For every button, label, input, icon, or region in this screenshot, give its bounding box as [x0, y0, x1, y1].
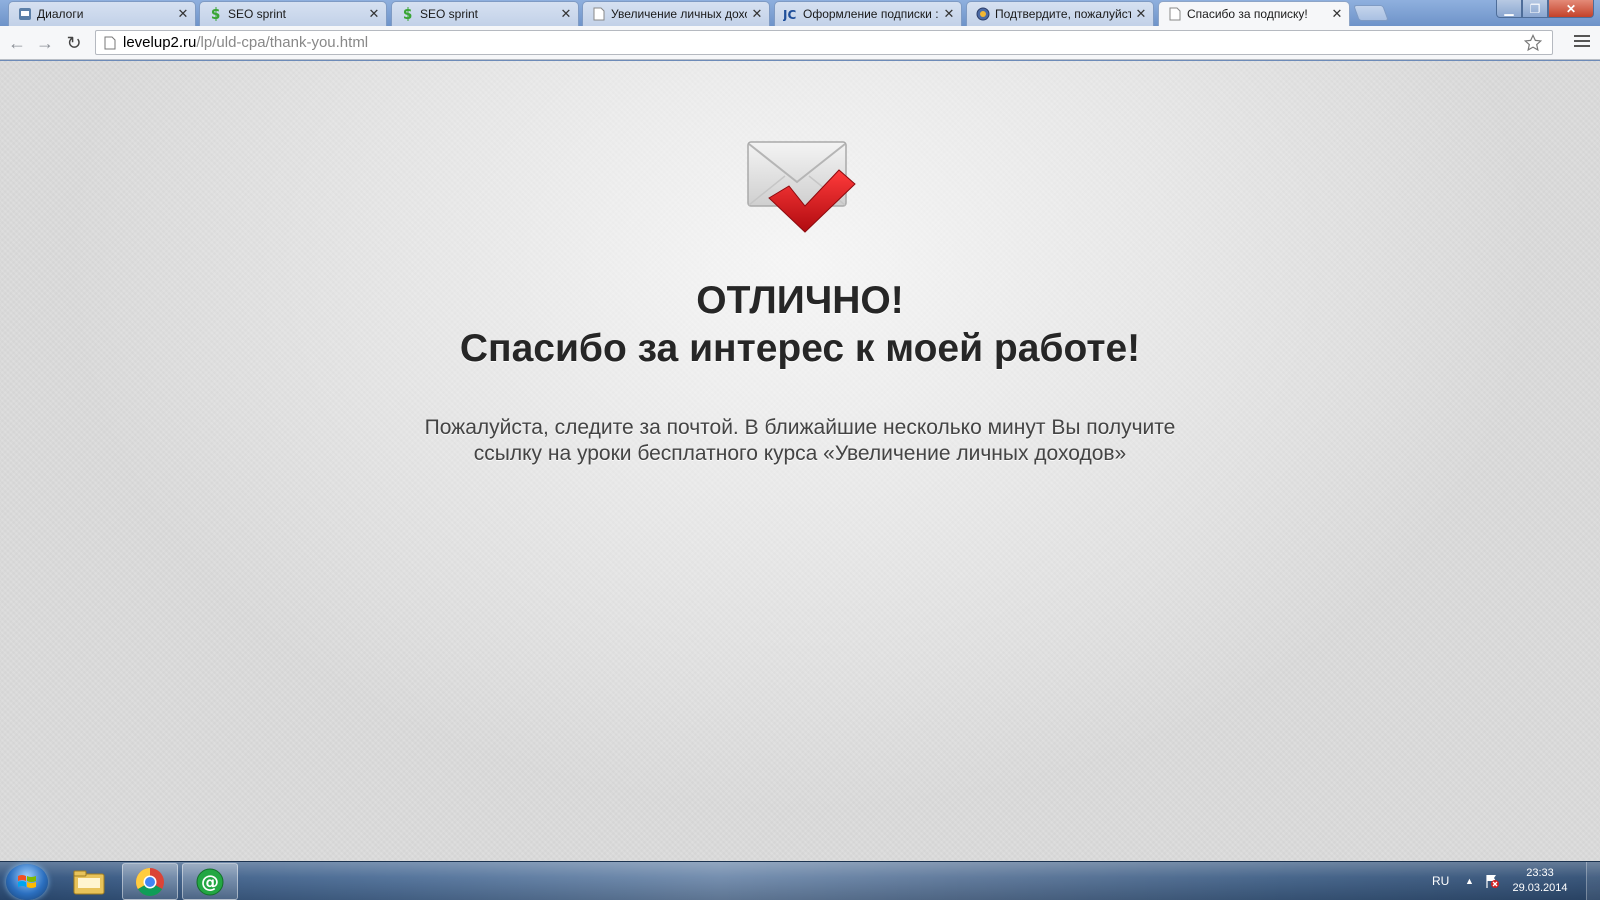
headline-excellent: ОТЛИЧНО!: [696, 279, 904, 322]
tab-subscription[interactable]: JC Оформление подписки : ✕: [774, 1, 962, 26]
tab-title: Диалоги: [37, 7, 84, 21]
tab-title: Спасибо за подписку!: [1187, 7, 1308, 21]
window-controls: ▁ ❐ ✕: [1496, 0, 1594, 18]
justclick-icon: JC: [783, 7, 798, 22]
tab-seo-sprint-1[interactable]: S SEO sprint ✕: [199, 1, 387, 26]
tab-close-icon[interactable]: ✕: [1135, 6, 1147, 22]
chrome-icon[interactable]: [122, 863, 178, 900]
tab-confirm[interactable]: Подтвердите, пожалуйст ✕: [966, 1, 1154, 26]
tab-close-icon[interactable]: ✕: [368, 6, 380, 22]
system-clock[interactable]: 23:33 29.03.2014: [1510, 866, 1570, 896]
back-arrow-icon[interactable]: ←: [6, 32, 28, 54]
tab-close-icon[interactable]: ✕: [560, 6, 572, 22]
minimize-icon[interactable]: ▁: [1496, 0, 1522, 18]
chrome-menu-icon[interactable]: [1574, 35, 1590, 50]
clock-time: 23:33: [1526, 867, 1554, 879]
show-hidden-icons-icon[interactable]: ▲: [1465, 876, 1474, 886]
vk-dialogs-icon: [17, 7, 32, 22]
url-text: levelup2.ru/lp/uld-cpa/thank-you.html: [123, 34, 368, 51]
windows-taskbar: @ RU ▲ 23:33 29.03.2014: [0, 861, 1600, 900]
svg-text:@: @: [201, 872, 219, 893]
close-window-icon[interactable]: ✕: [1548, 0, 1594, 18]
tab-title: Подтвердите, пожалуйст: [995, 7, 1131, 21]
instruction-line-2: ссылку на уроки бесплатного курса «Увели…: [473, 442, 1127, 465]
tab-title: SEO sprint: [228, 7, 287, 21]
url-path: /lp/uld-cpa/thank-you.html: [196, 34, 369, 51]
globe-icon: [975, 7, 990, 22]
language-indicator[interactable]: RU: [1432, 874, 1449, 888]
headline-thanks: Спасибо за интерес к моей работе!: [459, 327, 1141, 370]
tab-title: Увеличение личных дохо: [611, 7, 747, 21]
svg-text:JC: JC: [783, 8, 796, 21]
tab-close-icon[interactable]: ✕: [1331, 6, 1343, 22]
bookmark-star-icon[interactable]: [1524, 34, 1542, 52]
tab-thank-you[interactable]: Спасибо за подписку! ✕: [1158, 1, 1350, 26]
windows-explorer-icon[interactable]: [61, 863, 117, 900]
tab-close-icon[interactable]: ✕: [943, 6, 955, 22]
envelope-checkmark-icon: [747, 141, 856, 233]
tab-strip: Диалоги ✕ S SEO sprint ✕ S SEO sprint ✕ …: [0, 0, 1600, 26]
seosprint-icon: S: [400, 7, 415, 22]
forward-arrow-icon[interactable]: →: [34, 32, 56, 54]
browser-toolbar: ← → ↻ levelup2.ru/lp/uld-cpa/thank-you.h…: [0, 26, 1600, 60]
page-icon: [1167, 7, 1182, 22]
clock-date: 29.03.2014: [1512, 882, 1568, 894]
start-button[interactable]: [6, 864, 48, 900]
tab-title: Оформление подписки :: [803, 7, 939, 21]
page-icon: [591, 7, 606, 22]
windows-logo-icon: [18, 875, 36, 888]
tab-income-course[interactable]: Увеличение личных дохо ✕: [582, 1, 770, 26]
tab-close-icon[interactable]: ✕: [751, 6, 763, 22]
show-desktop-button[interactable]: [1586, 862, 1600, 900]
web-page: ОТЛИЧНО! Спасибо за интерес к моей работ…: [0, 61, 1600, 861]
url-host: levelup2.ru: [123, 34, 197, 51]
address-bar[interactable]: levelup2.ru/lp/uld-cpa/thank-you.html: [95, 30, 1553, 55]
mail-agent-icon[interactable]: @: [182, 863, 238, 900]
tab-title: SEO sprint: [420, 7, 479, 21]
page-icon: [104, 36, 116, 49]
reload-icon[interactable]: ↻: [63, 32, 85, 54]
action-center-flag-icon[interactable]: [1484, 873, 1500, 889]
instruction-text: Пожалуйста, следите за почтой. В ближайш…: [350, 415, 1250, 467]
seosprint-icon: S: [208, 7, 223, 22]
new-tab-button[interactable]: [1353, 5, 1389, 21]
tab-seo-sprint-2[interactable]: S SEO sprint ✕: [391, 1, 579, 26]
instruction-line-1: Пожалуйста, следите за почтой. В ближайш…: [424, 416, 1176, 439]
tab-dialogs[interactable]: Диалоги ✕: [8, 1, 196, 26]
tab-close-icon[interactable]: ✕: [177, 6, 189, 22]
restore-icon[interactable]: ❐: [1522, 0, 1548, 18]
